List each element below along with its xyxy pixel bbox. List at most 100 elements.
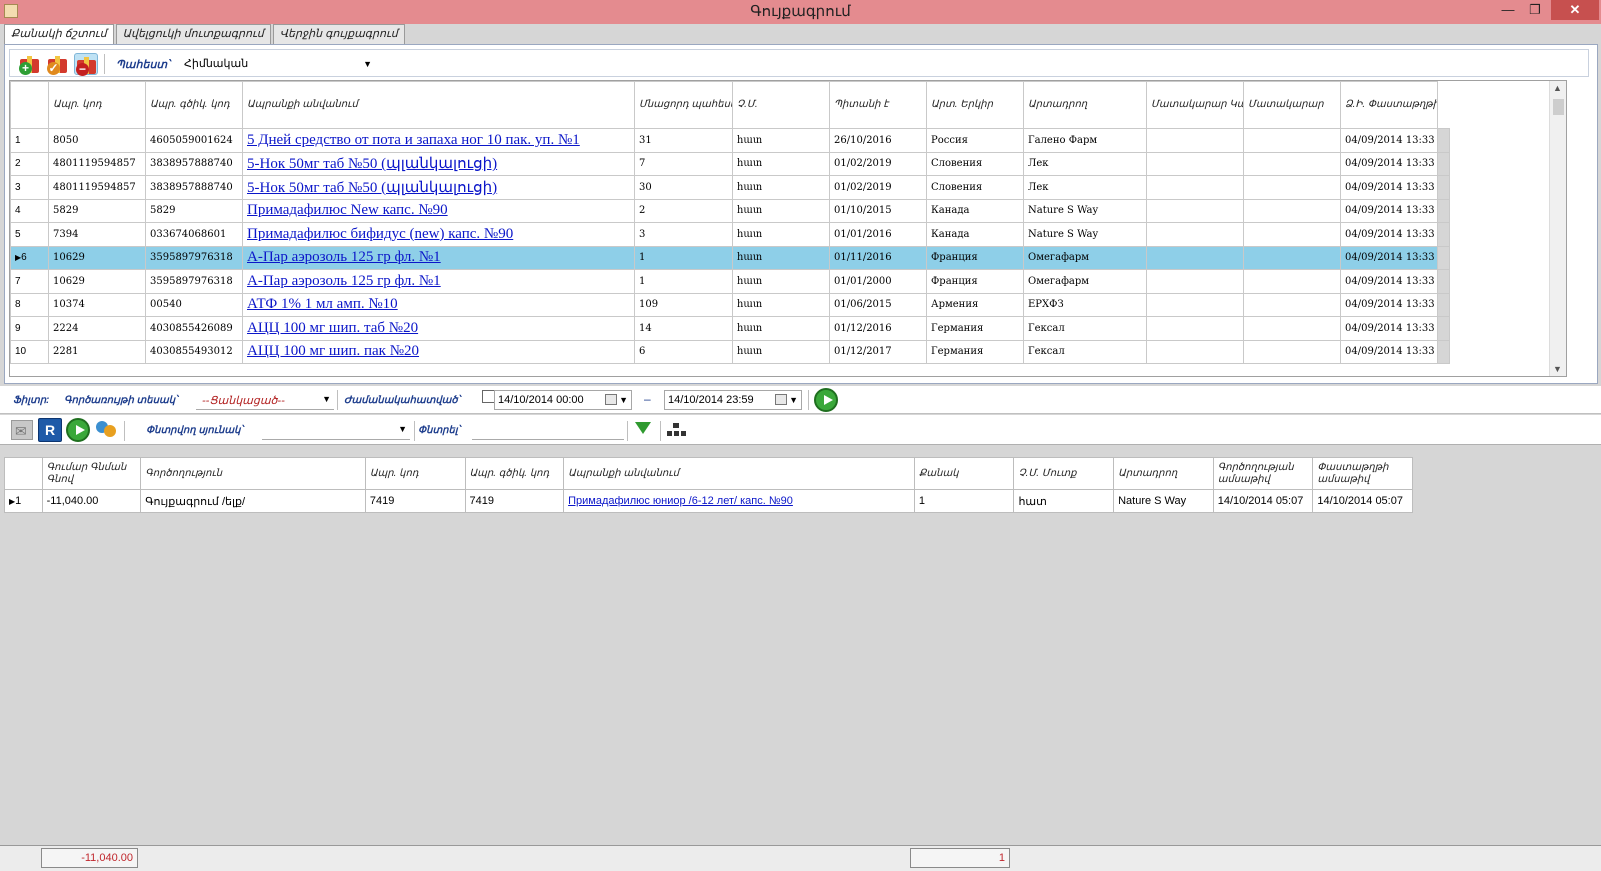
cell-country[interactable]: Россия <box>926 128 1024 153</box>
col-header-code[interactable]: Ապր. կոդ <box>48 81 146 129</box>
scroll-down-icon[interactable]: ▼ <box>1553 364 1562 374</box>
cell-stock[interactable]: 3 <box>634 222 733 247</box>
col-header-sum[interactable]: Գումար Գնման Գնով <box>41 457 142 490</box>
cell-code[interactable]: 8050 <box>48 128 146 153</box>
row-number[interactable]: 3 <box>10 175 49 200</box>
cell-code[interactable]: 5829 <box>48 198 146 223</box>
cell-sum[interactable]: -11,040.00 <box>41 489 142 513</box>
email-icon[interactable]: ✉ <box>11 420 33 440</box>
minimize-button[interactable]: — <box>1495 0 1521 20</box>
cell-doc-date[interactable]: 14/10/2014 05:07 <box>1312 489 1413 513</box>
remove-item-button[interactable]: − <box>74 53 98 76</box>
cell-barcode[interactable]: 033674068601 <box>145 222 243 247</box>
cell-country[interactable]: Канада <box>926 198 1024 223</box>
col-header-unit[interactable]: Չ.Մ. <box>732 81 830 129</box>
cell-doc-date[interactable]: 04/09/2014 13:33 <box>1340 128 1438 153</box>
row-number[interactable]: ▶6 <box>10 245 49 270</box>
cell-supplier-alt-name[interactable] <box>1146 175 1244 200</box>
edit-item-button[interactable]: ✓ <box>46 53 70 75</box>
cell-barcode[interactable]: 3595897976318 <box>145 245 243 270</box>
col-header-stock[interactable]: Մնացորդ պահեստում <box>634 81 733 129</box>
cell-code[interactable]: 7419 <box>364 489 466 513</box>
cell-doc-date[interactable]: 04/09/2014 13:33 <box>1340 269 1438 294</box>
cell-doc-date[interactable]: 04/09/2014 13:33 <box>1340 222 1438 247</box>
cell-expiry[interactable]: 01/01/2000 <box>829 269 927 294</box>
col-header-supplier-alt-name[interactable]: Մատակարար Կազմ.Այլ անվանում <box>1146 81 1244 129</box>
cell-expiry[interactable]: 26/10/2016 <box>829 128 927 153</box>
cell-supplier[interactable] <box>1243 222 1341 247</box>
cell-code[interactable]: 10629 <box>48 245 146 270</box>
cell-unit[interactable]: հատ <box>732 269 830 294</box>
cell-barcode[interactable]: 4030855493012 <box>145 339 243 364</box>
cell-product-name[interactable]: АЦЦ 100 мг шип. пак №20 <box>242 339 635 364</box>
cell-country[interactable]: Германия <box>926 316 1024 341</box>
table-row[interactable]: ▶1 -11,040.00 Գույքագրում /ելք/7419 7419 При… <box>4 489 1413 513</box>
cell-supplier[interactable] <box>1243 175 1341 200</box>
cell-maker[interactable]: Омегафарм <box>1023 269 1147 294</box>
table-row[interactable]: 2 4801119594857 3838957888740 5-Нок 50мг та… <box>10 151 1450 176</box>
operation-type-select[interactable]: --Ցանկացած-- ▼ <box>196 390 334 410</box>
cell-unit[interactable]: հատ <box>732 222 830 247</box>
cell-supplier-alt-name[interactable] <box>1146 269 1244 294</box>
cell-barcode[interactable]: 7419 <box>464 489 565 513</box>
cell-doc-date[interactable]: 04/09/2014 13:33 <box>1340 245 1438 270</box>
cell-supplier-alt-name[interactable] <box>1146 222 1244 247</box>
table-row[interactable]: 8 10374 00540 АТФ 1% 1 мл амп. №10 109 հատ 01/… <box>10 292 1450 317</box>
scroll-up-icon[interactable]: ▲ <box>1553 83 1562 93</box>
row-number[interactable]: 2 <box>10 151 49 176</box>
tab-surplus-entry[interactable]: Ավելցուկի մուտքագրում <box>115 24 271 44</box>
cell-supplier-alt-name[interactable] <box>1146 128 1244 153</box>
col-header-maker[interactable]: Արտադրող <box>1023 81 1147 129</box>
cell-maker[interactable]: Лек <box>1023 151 1147 176</box>
col-header-barcode[interactable]: Ապր. գծիկ. կոդ <box>464 457 565 490</box>
col-header-name[interactable]: Ապրանքի անվանում <box>563 457 915 490</box>
cell-barcode[interactable]: 5829 <box>145 198 243 223</box>
cell-stock[interactable]: 1 <box>634 245 733 270</box>
cell-expiry[interactable]: 01/12/2016 <box>829 316 927 341</box>
row-number[interactable]: ▶1 <box>4 489 43 513</box>
col-header-country[interactable]: Արտ. Երկիր <box>926 81 1024 129</box>
row-number[interactable]: 9 <box>10 316 49 341</box>
cell-unit[interactable]: հատ <box>732 292 830 317</box>
cell-country[interactable]: Франция <box>926 269 1024 294</box>
col-header-barcode[interactable]: Ապր. գծիկ. կոդ <box>145 81 243 129</box>
search-column-select[interactable]: ▼ <box>262 422 410 440</box>
cell-stock[interactable]: 2 <box>634 198 733 223</box>
cell-supplier[interactable] <box>1243 292 1341 317</box>
hierarchy-icon[interactable] <box>664 418 688 442</box>
cell-barcode[interactable]: 3838957888740 <box>145 151 243 176</box>
cell-product-name[interactable]: А-Пар аэрозоль 125 гр фл. №1 <box>242 269 635 294</box>
cell-stock[interactable]: 6 <box>634 339 733 364</box>
cell-supplier[interactable] <box>1243 339 1341 364</box>
cell-maker[interactable]: Омегафарм <box>1023 245 1147 270</box>
table-row[interactable]: 5 7394 033674068601 Примадафилюс бифидус (n… <box>10 222 1450 247</box>
cell-supplier-alt-name[interactable] <box>1146 198 1244 223</box>
add-item-button[interactable]: + <box>18 53 42 75</box>
cell-barcode[interactable]: 3838957888740 <box>145 175 243 200</box>
row-number[interactable]: 7 <box>10 269 49 294</box>
cell-country[interactable]: Словения <box>926 175 1024 200</box>
cell-barcode[interactable]: 4605059001624 <box>145 128 243 153</box>
cell-supplier[interactable] <box>1243 198 1341 223</box>
cell-code[interactable]: 10374 <box>48 292 146 317</box>
cell-barcode[interactable]: 4030855426089 <box>145 316 243 341</box>
cell-unit[interactable]: հատ <box>732 316 830 341</box>
table-row[interactable]: 3 4801119594857 3838957888740 5-Нок 50мг та… <box>10 175 1450 200</box>
cell-product-name[interactable]: Примадафилюс бифидус (new) капс. №90 <box>242 222 635 247</box>
cell-unit[interactable]: հատ <box>732 339 830 364</box>
row-number[interactable]: 10 <box>10 339 49 364</box>
col-header-doc-date[interactable]: Փաստաթղթի ամսաթիվ <box>1312 457 1413 490</box>
cell-supplier-alt-name[interactable] <box>1146 245 1244 270</box>
cell-doc-date[interactable]: 04/09/2014 13:33 <box>1340 316 1438 341</box>
cell-supplier[interactable] <box>1243 128 1341 153</box>
cell-country[interactable]: Канада <box>926 222 1024 247</box>
cell-doc-date[interactable]: 04/09/2014 13:33 <box>1340 339 1438 364</box>
scroll-thumb[interactable] <box>1553 99 1564 115</box>
cell-maker[interactable]: Nature S Way <box>1113 489 1214 513</box>
cell-country[interactable]: Словения <box>926 151 1024 176</box>
table-row[interactable]: 1 8050 4605059001624 5 Дней средство от пот… <box>10 128 1450 153</box>
cell-expiry[interactable]: 01/02/2019 <box>829 151 927 176</box>
cell-country[interactable]: Франция <box>926 245 1024 270</box>
cell-maker[interactable]: Гексал <box>1023 339 1147 364</box>
cell-maker[interactable]: Гексал <box>1023 316 1147 341</box>
